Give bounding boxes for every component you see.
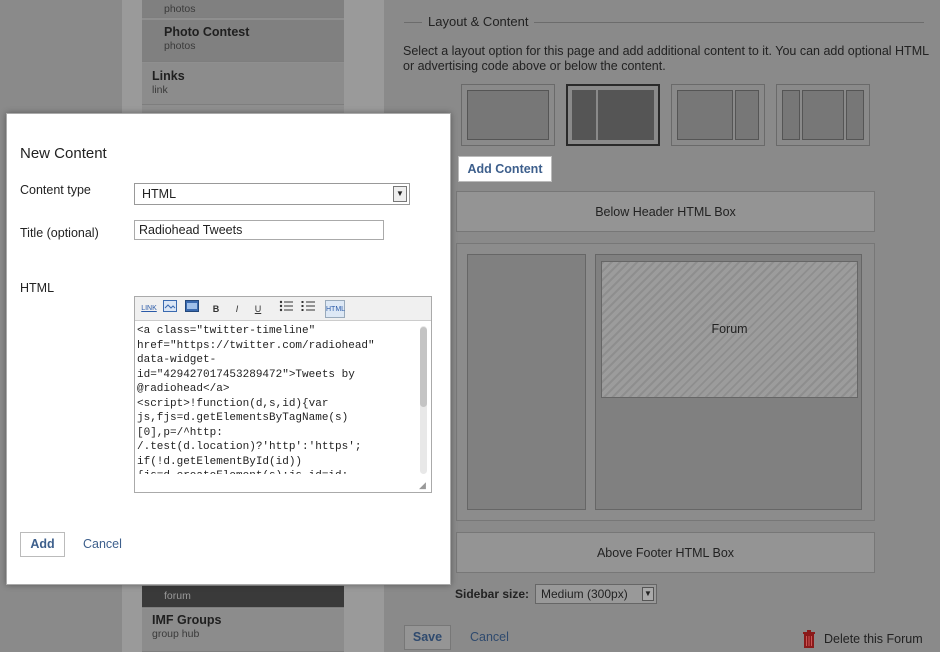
- insert-image-icon[interactable]: [161, 300, 179, 318]
- nav-item-imf-groups[interactable]: IMF Groups group hub: [142, 609, 344, 652]
- nav-item-photos-top[interactable]: photos: [142, 0, 344, 18]
- layout-cell: [598, 90, 654, 140]
- sidebar-preview[interactable]: [467, 254, 586, 510]
- add-content-button[interactable]: Add Content: [458, 156, 552, 182]
- code-line: {js=d.createElement(s);js.id=id;: [137, 469, 417, 474]
- below-header-label: Below Header HTML Box: [595, 205, 736, 219]
- trash-icon[interactable]: [802, 630, 816, 648]
- nav-item-sub: group hub: [152, 628, 200, 640]
- code-line: id="429427017453289472">Tweets by: [137, 368, 355, 381]
- layout-cell: [467, 90, 549, 140]
- nav-item-sub: forum: [164, 590, 191, 602]
- nav-item-title: Photo Contest: [164, 25, 250, 39]
- add-button[interactable]: Add: [20, 532, 65, 557]
- editor-toolbar: LINK B I U HTML: [135, 297, 431, 321]
- layout-description: Select a layout option for this page and…: [403, 44, 929, 73]
- html-code-text[interactable]: <a class="twitter-timeline" href="https:/…: [137, 324, 417, 474]
- layout-option-sidebar-right[interactable]: [671, 84, 765, 146]
- insert-media-icon[interactable]: [183, 300, 201, 318]
- layout-cell: [735, 90, 759, 140]
- layout-option-sidebar-left[interactable]: [566, 84, 660, 146]
- layout-cell: [782, 90, 800, 140]
- bold-button[interactable]: B: [207, 300, 225, 318]
- nav-item-forum-active[interactable]: forum: [142, 586, 344, 608]
- modal-cancel-link[interactable]: Cancel: [83, 537, 122, 551]
- layout-cell: [677, 90, 733, 140]
- numbered-list-icon[interactable]: [299, 300, 317, 318]
- modal-title: New Content: [20, 145, 107, 162]
- html-editor[interactable]: LINK B I U HTML <a class="twitter-timeli…: [134, 296, 432, 493]
- sidebar-size-value: Medium (300px): [541, 587, 628, 601]
- layout-option-three-col[interactable]: [776, 84, 870, 146]
- nav-item-photo-contest[interactable]: Photo Contest photos: [142, 20, 344, 62]
- nav-item-title: Links: [152, 69, 185, 83]
- sidebar-size-select[interactable]: Medium (300px) ▼: [535, 584, 657, 604]
- layout-cell: [572, 90, 596, 140]
- code-line: [0],p=/^http:: [137, 426, 223, 439]
- forum-block[interactable]: Forum: [601, 261, 858, 398]
- title-label: Title (optional): [20, 226, 99, 240]
- nav-item-sub: photos: [164, 3, 196, 15]
- resize-grip-icon[interactable]: ◢: [419, 480, 429, 490]
- underline-button[interactable]: U: [249, 300, 267, 318]
- code-line: if(!d.getElementById(id)): [137, 455, 303, 468]
- content-type-select[interactable]: HTML ▼: [134, 183, 410, 205]
- above-footer-html-box[interactable]: Above Footer HTML Box: [456, 532, 875, 573]
- scrollbar-thumb[interactable]: [420, 327, 427, 407]
- below-header-html-box[interactable]: Below Header HTML Box: [456, 191, 875, 232]
- save-button[interactable]: Save: [404, 625, 451, 650]
- chevron-down-icon: ▼: [642, 587, 654, 601]
- main-preview: Forum: [595, 254, 862, 510]
- code-line: <a class="twitter-timeline": [137, 325, 316, 337]
- nav-item-title: IMF Groups: [152, 613, 222, 627]
- layout-cell: [802, 90, 844, 140]
- nav-item-sub: photos: [164, 40, 196, 52]
- new-content-modal: New Content Content type HTML ▼ Title (o…: [6, 113, 451, 585]
- content-type-label: Content type: [20, 183, 91, 197]
- title-input[interactable]: [134, 220, 384, 240]
- forum-label: Forum: [711, 322, 748, 336]
- cancel-link[interactable]: Cancel: [470, 630, 509, 644]
- code-line: data-widget-: [137, 354, 217, 366]
- nav-item-links[interactable]: Links link: [142, 63, 344, 105]
- nav-item-sub: link: [152, 84, 168, 96]
- layout-cell: [846, 90, 864, 140]
- delete-forum-link[interactable]: Delete this Forum: [824, 632, 923, 646]
- sidebar-size-label: Sidebar size:: [455, 587, 530, 601]
- link-button[interactable]: LINK: [139, 300, 159, 318]
- code-line: <script>!function(d,s,id){var: [137, 397, 329, 410]
- content-layout-preview: Forum: [456, 243, 875, 521]
- above-footer-label: Above Footer HTML Box: [596, 546, 735, 560]
- content-type-value: HTML: [142, 187, 177, 201]
- layout-option-single[interactable]: [461, 84, 555, 146]
- html-label: HTML: [20, 281, 55, 295]
- code-line: @radiohead</a>: [137, 383, 230, 395]
- layout-legend: Layout & Content: [422, 14, 535, 29]
- bullet-list-icon[interactable]: [277, 300, 295, 318]
- italic-button[interactable]: I: [228, 300, 246, 318]
- html-mode-button[interactable]: HTML: [325, 300, 345, 318]
- chevron-down-icon: ▼: [393, 186, 407, 202]
- code-line: js,fjs=d.getElementsByTagName(s): [137, 412, 349, 424]
- code-line: href="https://twitter.com/radiohead": [137, 339, 375, 352]
- code-line: /.test(d.location)?'http':'https';: [137, 441, 362, 453]
